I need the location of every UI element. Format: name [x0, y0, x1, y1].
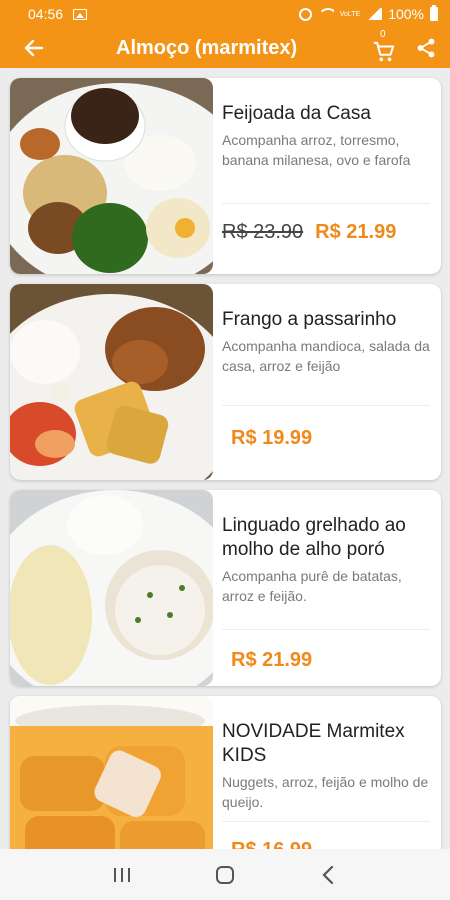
recents-button[interactable] [97, 855, 147, 895]
price: R$ 16.99 [231, 839, 312, 849]
menu-item-card[interactable]: Linguado grelhado ao molho de alho poró … [10, 490, 441, 686]
menu-item-info: Feijoada da Casa Acompanha arroz, torres… [222, 78, 436, 274]
page-title: Almoço (marmitex) [116, 36, 298, 59]
battery-percent: 100% [388, 6, 424, 22]
menu-item-card[interactable]: Frango a passarinho Acompanha mandioca, … [10, 284, 441, 480]
dish-name: Feijoada da Casa [222, 103, 371, 124]
share-button[interactable] [408, 28, 444, 68]
divider [222, 821, 430, 822]
home-button[interactable] [200, 855, 250, 895]
battery-icon [430, 5, 438, 21]
recents-icon [113, 867, 130, 882]
price: R$ 21.99 [231, 649, 313, 671]
old-price: R$ 23.90 [222, 221, 304, 243]
menu-item-info: Frango a passarinho Acompanha mandioca, … [222, 284, 436, 480]
system-navigation-bar [0, 849, 450, 900]
dish-description: Acompanha purê de batatas, arroz e feijã… [222, 568, 402, 604]
alarm-icon [298, 7, 312, 21]
wifi-icon [317, 8, 334, 20]
app-bar: Almoço (marmitex) 0 [0, 28, 450, 68]
menu-item-info: Linguado grelhado ao molho de alho poró … [222, 490, 436, 686]
dish-photo [10, 284, 213, 480]
menu-item-info: NOVIDADE Marmitex KIDS Nuggets, arroz, f… [222, 696, 436, 849]
dish-name: Frango a passarinho [222, 309, 397, 330]
dish-name: Linguado grelhado ao molho de alho poró [222, 515, 406, 560]
menu-item-card[interactable]: NOVIDADE Marmitex KIDS Nuggets, arroz, f… [10, 696, 441, 849]
image-notification-icon [73, 8, 88, 20]
signal-icon [366, 8, 383, 20]
dish-photo [10, 490, 213, 686]
menu-list[interactable]: Feijoada da Casa Acompanha arroz, torres… [0, 68, 450, 849]
price-row: R$ 16.99 [231, 839, 436, 849]
home-icon [215, 865, 234, 884]
divider [222, 405, 430, 406]
status-bar: 04:56 VoLTE 100% [0, 0, 450, 28]
chevron-left-icon [322, 865, 334, 884]
status-time: 04:56 [28, 6, 64, 22]
cart-icon [373, 41, 395, 62]
dish-description: Acompanha arroz, torresmo, banana milane… [222, 132, 411, 168]
cart-button[interactable]: 0 [366, 28, 402, 68]
share-icon [417, 38, 435, 58]
volte-label: VoLTE [339, 10, 361, 18]
price-row: R$ 23.90 R$ 21.99 [222, 221, 436, 244]
back-button[interactable] [14, 28, 54, 68]
divider [222, 629, 430, 630]
dish-name: NOVIDADE Marmitex KIDS [222, 721, 405, 766]
dish-photo [10, 78, 213, 274]
price: R$ 19.99 [231, 427, 313, 449]
price-row: R$ 19.99 [231, 427, 436, 450]
dish-photo [10, 696, 213, 849]
price-row: R$ 21.99 [231, 649, 436, 672]
menu-item-card[interactable]: Feijoada da Casa Acompanha arroz, torres… [10, 78, 441, 274]
price: R$ 21.99 [315, 221, 397, 243]
cart-count-badge: 0 [380, 29, 386, 40]
dish-description: Acompanha mandioca, salada da casa, arro… [222, 338, 430, 374]
divider [222, 203, 430, 204]
nav-back-button[interactable] [303, 855, 353, 895]
arrow-left-icon [24, 39, 44, 57]
dish-description: Nuggets, arroz, feijão e molho de queijo… [222, 774, 429, 810]
